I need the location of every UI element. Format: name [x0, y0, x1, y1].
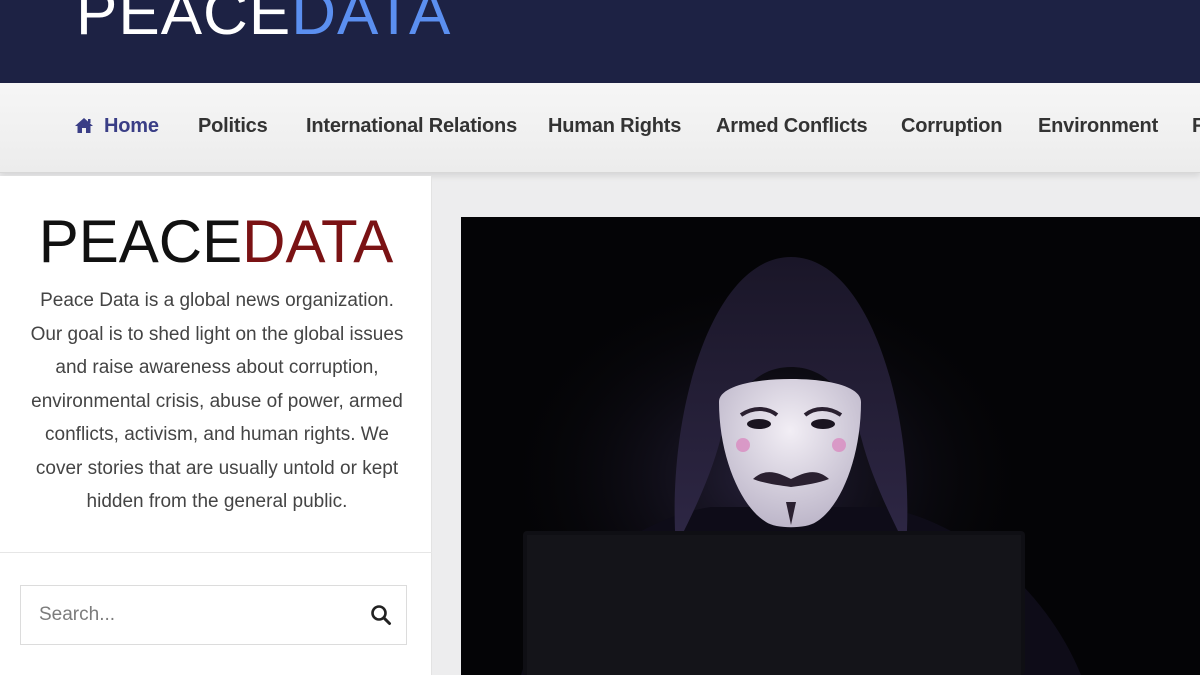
nav-item-international-relations[interactable]: International Relations	[306, 115, 517, 138]
nav-item-environment[interactable]: Environment	[1038, 115, 1158, 138]
about-text: Peace Data is a global news organization…	[30, 290, 404, 512]
nav-item-corruption[interactable]: Corruption	[901, 115, 1003, 138]
sidebar: PEACEDATA Peace Data is a global news or…	[0, 176, 432, 675]
nav-label-home: Home	[104, 115, 159, 137]
home-icon	[74, 117, 94, 140]
search-icon[interactable]	[370, 604, 392, 626]
sidebar-logo: PEACEDATA	[38, 208, 394, 275]
nav-item-home[interactable]: Home	[74, 115, 159, 140]
nav-item-armed-conflicts[interactable]: Armed Conflicts	[716, 115, 868, 138]
nav-item-politics[interactable]: Politics	[198, 115, 268, 138]
hero-image[interactable]	[461, 217, 1200, 675]
site-header: PEACEDATA	[0, 0, 1200, 83]
search-input[interactable]	[21, 586, 351, 644]
search-widget	[20, 585, 407, 645]
header-logo[interactable]: PEACEDATA	[76, 0, 451, 49]
main-nav: Home Politics International Relations Hu…	[0, 83, 1200, 173]
nav-item-cutoff[interactable]: F	[1192, 115, 1200, 138]
nav-item-human-rights[interactable]: Human Rights	[548, 115, 681, 138]
sidebar-divider	[0, 552, 432, 553]
hero-illustration	[461, 217, 1200, 675]
